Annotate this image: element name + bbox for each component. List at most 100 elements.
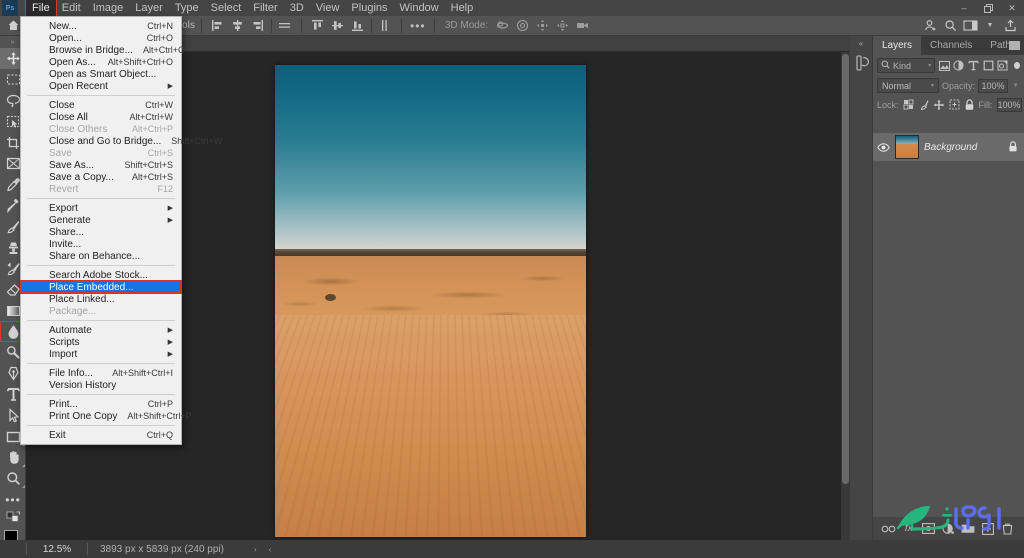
share-user-icon[interactable]: [920, 17, 940, 35]
menu-item-close-and-go-to-bridge[interactable]: Close and Go to Bridge... Shift+Ctrl+W: [21, 135, 222, 147]
menu-item-help[interactable]: Help: [445, 0, 480, 16]
orbit-3d-icon[interactable]: [492, 17, 512, 35]
menu-item-print[interactable]: Print... Ctrl+P: [21, 398, 181, 410]
menu-item-place-embedded[interactable]: Place Embedded...: [20, 280, 182, 294]
panel-menu-icon[interactable]: [1009, 41, 1020, 52]
menu-item-layer[interactable]: Layer: [129, 0, 169, 16]
menu-item-invite[interactable]: Invite...: [21, 238, 181, 250]
opacity-chevron-down-icon[interactable]: ▼: [1011, 83, 1020, 89]
menu-item-save-a-copy[interactable]: Save a Copy... Alt+Ctrl+S: [21, 171, 181, 183]
align-vertical-centers-icon[interactable]: [328, 17, 348, 35]
pan-3d-icon[interactable]: [532, 17, 552, 35]
menu-item-open-as[interactable]: Open As... Alt+Shift+Ctrl+O: [21, 56, 181, 68]
menu-item-file-info[interactable]: File Info... Alt+Shift+Ctrl+I: [21, 367, 181, 379]
eye-icon[interactable]: [877, 142, 890, 152]
menu-item-exit[interactable]: Exit Ctrl+Q: [21, 429, 181, 441]
menu-item-search-adobe-stock[interactable]: Search Adobe Stock...: [21, 269, 181, 281]
restore-button[interactable]: [976, 0, 1000, 16]
roll-3d-icon[interactable]: [512, 17, 532, 35]
lock-all-icon[interactable]: [964, 98, 975, 112]
menu-item-open[interactable]: Open... Ctrl+O: [21, 32, 181, 44]
menu-item-version-history[interactable]: Version History: [21, 379, 181, 391]
menu-item-close-all[interactable]: Close All Alt+Ctrl+W: [21, 111, 181, 123]
menu-item-plugins[interactable]: Plugins: [345, 0, 393, 16]
layer-thumbnail[interactable]: [895, 135, 919, 159]
status-collapse-arrow[interactable]: ‹: [269, 545, 272, 554]
menu-item-browse-in-bridge[interactable]: Browse in Bridge... Alt+Ctrl+O: [21, 44, 185, 56]
document-canvas[interactable]: [275, 65, 586, 537]
menu-item-image[interactable]: Image: [87, 0, 130, 16]
filter-toggle-switch[interactable]: [1013, 62, 1020, 69]
menu-item-save-as[interactable]: Save As... Shift+Ctrl+S: [21, 159, 181, 171]
slide-3d-icon[interactable]: [552, 17, 572, 35]
menu-item-view[interactable]: View: [310, 0, 346, 16]
filter-type-icon[interactable]: [968, 58, 980, 73]
layer-name[interactable]: Background: [924, 142, 1001, 153]
distribute-vertically-icon[interactable]: [375, 17, 395, 35]
align-right-edges-icon[interactable]: [248, 17, 268, 35]
hand-tool[interactable]: [0, 447, 26, 468]
tab-layers[interactable]: Layers: [873, 36, 922, 55]
canvas-vertical-scrollbar[interactable]: [841, 52, 850, 540]
menu-item-export[interactable]: Export ▶: [21, 202, 181, 214]
filter-shape-icon[interactable]: [982, 58, 994, 73]
zoom-tool[interactable]: [0, 468, 26, 489]
menu-item-place-linked[interactable]: Place Linked...: [21, 293, 181, 305]
new-group-icon[interactable]: [961, 521, 976, 536]
scrollbar-thumb[interactable]: [842, 54, 849, 484]
align-horizontal-centers-icon[interactable]: [228, 17, 248, 35]
align-bottom-edges-icon[interactable]: [348, 17, 368, 35]
fill-value[interactable]: 100%: [996, 97, 1022, 112]
lock-position-icon[interactable]: [933, 98, 945, 112]
opacity-value[interactable]: 100%: [978, 78, 1008, 93]
menu-item-new[interactable]: New... Ctrl+N: [21, 20, 181, 32]
tab-channels[interactable]: Channels: [921, 36, 981, 55]
menu-item-file[interactable]: File: [25, 0, 57, 17]
menu-item-type[interactable]: Type: [169, 0, 205, 16]
blend-mode-select[interactable]: Normal ▾: [877, 78, 939, 93]
zoom-level[interactable]: 12.5%: [27, 544, 87, 555]
menu-item-close[interactable]: Close Ctrl+W: [21, 99, 181, 111]
chevron-down-icon[interactable]: ▼: [980, 17, 1000, 35]
lock-icon[interactable]: [1006, 141, 1020, 153]
filter-pixel-icon[interactable]: [938, 58, 950, 73]
minimize-button[interactable]: –: [952, 0, 976, 16]
menu-item-window[interactable]: Window: [394, 0, 445, 16]
menu-item-generate[interactable]: Generate ▶: [21, 214, 181, 226]
add-layer-style-icon[interactable]: fx: [901, 521, 916, 536]
export-icon[interactable]: [1000, 17, 1020, 35]
chevron-down-icon[interactable]: ▾: [931, 82, 934, 89]
menu-item-automate[interactable]: Automate ▶: [21, 324, 181, 336]
new-layer-icon[interactable]: [981, 521, 996, 536]
status-expand-arrow[interactable]: ›: [254, 545, 257, 554]
menu-item-share[interactable]: Share...: [21, 226, 181, 238]
menu-item-share-on-behance[interactable]: Share on Behance...: [21, 250, 181, 262]
menu-item-select[interactable]: Select: [205, 0, 248, 16]
add-layer-mask-icon[interactable]: [921, 521, 936, 536]
distribute-horizontally-icon[interactable]: [275, 17, 295, 35]
lock-image-pixels-icon[interactable]: [918, 98, 929, 112]
filter-adjustment-icon[interactable]: [953, 58, 965, 73]
align-top-edges-icon[interactable]: [308, 17, 328, 35]
menu-item-scripts[interactable]: Scripts ▶: [21, 336, 181, 348]
close-button[interactable]: ✕: [1000, 0, 1024, 16]
menu-item-import[interactable]: Import ▶: [21, 348, 181, 360]
file-menu-dropdown[interactable]: New... Ctrl+N Open... Ctrl+O Browse in Bridg…: [20, 16, 222, 445]
menu-item-3d[interactable]: 3D: [284, 0, 310, 16]
expand-panels-icon[interactable]: «: [850, 36, 872, 50]
filter-smart-object-icon[interactable]: [997, 58, 1009, 73]
workspace-icon[interactable]: [960, 17, 980, 35]
camera-3d-icon[interactable]: [572, 17, 592, 35]
new-adjustment-layer-icon[interactable]: [941, 521, 956, 536]
more-options-icon[interactable]: •••: [408, 17, 428, 35]
menu-item-open-as-smart-object[interactable]: Open as Smart Object...: [21, 68, 181, 80]
menu-item-print-one-copy[interactable]: Print One Copy Alt+Shift+Ctrl+P: [21, 410, 192, 422]
menu-item-filter[interactable]: Filter: [247, 0, 283, 16]
lock-transparent-pixels-icon[interactable]: [903, 98, 914, 112]
edit-toolbar-tool[interactable]: •••: [0, 489, 26, 510]
align-left-edges-icon[interactable]: [208, 17, 228, 35]
chevron-down-icon[interactable]: ▾: [928, 62, 931, 69]
search-icon[interactable]: [940, 17, 960, 35]
link-layers-icon[interactable]: [881, 521, 896, 536]
table-row[interactable]: Background: [873, 133, 1024, 161]
